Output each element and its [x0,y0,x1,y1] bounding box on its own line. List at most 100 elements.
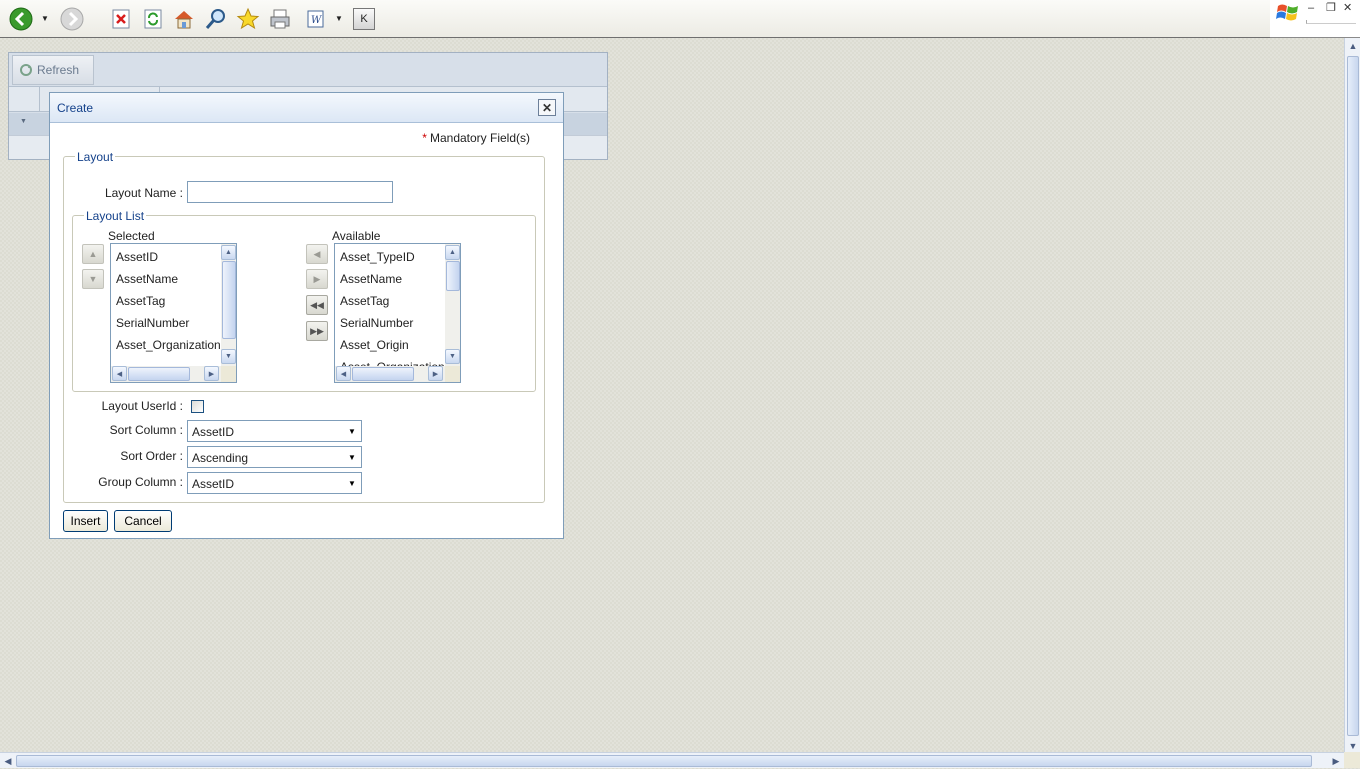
available-list-item[interactable]: Asset_Organization [335,356,445,366]
layout-legend: Layout [75,150,116,164]
refresh-button[interactable]: Refresh [12,55,94,85]
horizontal-scrollbar[interactable]: ◀ ▶ [0,752,1344,768]
group-column-select[interactable]: AssetID ▼ [187,472,362,494]
sort-order-select[interactable]: Ascending ▼ [187,446,362,468]
listbox-corner [445,366,460,382]
sort-column-label: Sort Column : [109,423,183,437]
available-vscroll[interactable]: ▲ ▼ [445,244,460,366]
scroll-left-icon[interactable]: ◀ [0,753,16,769]
cancel-button[interactable]: Cancel [114,510,172,532]
group-column-value: AssetID [192,477,235,491]
refresh-icon [19,63,33,77]
edit-dropdown-icon[interactable]: ▼ [334,13,344,25]
vertical-scroll-thumb[interactable] [1347,56,1359,736]
scroll-left-icon[interactable]: ◀ [112,366,127,381]
favorites-icon[interactable] [235,6,261,32]
dialog-titlebar[interactable]: Create ✕ [50,93,563,123]
scroll-down-icon[interactable]: ▼ [221,349,236,364]
move-left-button[interactable]: ◀ [306,244,328,264]
insert-button[interactable]: Insert [63,510,108,532]
close-icon[interactable]: ✕ [538,99,556,116]
mandatory-star: * [422,131,427,145]
windows-logo-icon [1276,2,1300,27]
selected-list-item[interactable]: AssetName [111,268,221,290]
scroll-up-icon[interactable]: ▲ [445,245,460,260]
scroll-thumb[interactable] [128,367,190,381]
selected-list-item[interactable]: Asset_Organization [111,334,221,356]
grid-header-divider [39,87,40,112]
scroll-up-icon[interactable]: ▲ [221,245,236,260]
available-list-item[interactable]: Asset_Origin [335,334,445,356]
layout-userid-checkbox[interactable] [191,400,204,413]
restore-icon[interactable]: ❐ [1326,2,1336,14]
available-list-item[interactable]: Asset_TypeID [335,246,445,268]
forward-icon[interactable] [59,6,85,32]
refresh-icon[interactable] [140,6,166,32]
layout-list-legend: Layout List [84,209,147,223]
refresh-label: Refresh [37,63,80,77]
scroll-right-icon[interactable]: ▶ [204,366,219,381]
expand-icon[interactable]: ▼ [20,118,27,125]
selected-hscroll[interactable]: ◀ ▶ [111,366,221,382]
group-column-label: Group Column : [98,475,183,489]
chevron-down-icon[interactable]: ▼ [345,475,359,491]
menu-divider [1306,20,1356,24]
selected-label: Selected [108,229,155,243]
back-dropdown-icon[interactable]: ▼ [40,13,50,25]
scroll-right-icon[interactable]: ▶ [428,366,443,381]
available-list-item[interactable]: SerialNumber [335,312,445,334]
available-listbox[interactable]: Asset_TypeID AssetName AssetTag SerialNumbe… [334,243,461,383]
scroll-thumb[interactable] [446,261,460,291]
k-label: K [353,8,375,30]
svg-text:W: W [311,15,322,26]
scroll-thumb[interactable] [352,367,414,381]
selected-list-item[interactable]: AssetTag [111,290,221,312]
window-controls: – ❐ ✕ [1270,0,1360,38]
selected-listbox[interactable]: AssetID AssetName AssetTag SerialNumber Asse… [110,243,237,383]
layout-name-label: Layout Name : [104,186,183,200]
move-all-left-button[interactable]: ◀◀ [306,295,328,315]
scroll-left-icon[interactable]: ◀ [336,366,351,381]
print-icon[interactable] [267,6,293,32]
selected-vscroll[interactable]: ▲ ▼ [221,244,236,366]
available-list-item[interactable]: AssetTag [335,290,445,312]
horizontal-scroll-thumb[interactable] [16,755,1312,767]
scrollbar-corner [1344,752,1360,768]
available-list-item[interactable]: AssetName [335,268,445,290]
scroll-thumb[interactable] [222,261,236,339]
sort-order-value: Ascending [192,451,249,465]
available-items: Asset_TypeID AssetName AssetTag SerialNumbe… [335,246,445,366]
selected-list-item[interactable]: SerialNumber [111,312,221,334]
mandatory-note: * Mandatory Field(s) [420,131,530,145]
sort-order-label: Sort Order : [120,449,183,463]
chevron-down-icon[interactable]: ▼ [345,449,359,465]
move-down-button[interactable]: ▼ [82,269,104,289]
sort-column-select[interactable]: AssetID ▼ [187,420,362,442]
scroll-right-icon[interactable]: ▶ [1328,753,1344,769]
home-icon[interactable] [171,6,197,32]
selected-list-item[interactable]: AssetID [111,246,221,268]
search-icon[interactable] [203,6,229,32]
scroll-down-icon[interactable]: ▼ [445,349,460,364]
back-icon[interactable] [8,6,34,32]
selected-items: AssetID AssetName AssetTag SerialNumber Asse… [111,246,221,366]
edit-icon[interactable]: W [303,6,329,32]
available-label: Available [332,229,381,243]
layout-userid-label: Layout UserId : [101,399,183,413]
vertical-scrollbar[interactable]: ▲ ▼ [1344,38,1360,754]
sort-column-value: AssetID [192,425,235,439]
move-up-button[interactable]: ▲ [82,244,104,264]
dialog-title: Create [57,101,94,115]
mandatory-text: Mandatory Field(s) [429,131,530,145]
available-hscroll[interactable]: ◀ ▶ [335,366,445,382]
scroll-up-icon[interactable]: ▲ [1345,38,1360,54]
layout-name-input[interactable] [187,181,393,203]
k-icon[interactable]: K [351,6,377,32]
move-all-right-button[interactable]: ▶▶ [306,321,328,341]
stop-icon[interactable] [108,6,134,32]
close-window-icon[interactable]: ✕ [1343,2,1352,14]
minimize-icon[interactable]: – [1308,2,1314,14]
create-dialog: Create ✕ * Mandatory Field(s) Layout Layo… [49,92,564,539]
move-right-button[interactable]: ▶ [306,269,328,289]
chevron-down-icon[interactable]: ▼ [345,423,359,439]
